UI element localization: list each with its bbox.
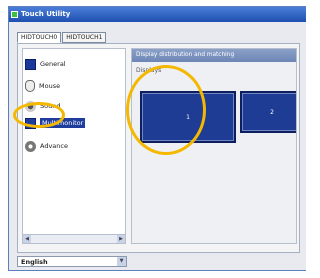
window-title: Touch Utility: [21, 10, 71, 18]
mouse-icon: [25, 80, 35, 92]
sidebar-item-mouse[interactable]: Mouse: [25, 79, 60, 93]
tab-hidtouch1[interactable]: HIDTOUCH1: [62, 32, 107, 43]
highlight-ring-multimonitor: [13, 102, 65, 128]
language-value: English: [21, 257, 48, 266]
sidebar-item-label: Mouse: [39, 82, 61, 90]
content-header: Display distribution and matching: [132, 49, 296, 62]
highlight-ring-display: [126, 65, 206, 155]
chevron-down-icon[interactable]: ▼: [117, 257, 126, 266]
sidebar-horizontal-scrollbar[interactable]: ◀ ▶: [23, 234, 125, 243]
sidebar-item-label: Advance: [40, 142, 68, 150]
scroll-left-icon[interactable]: ◀: [23, 235, 31, 243]
sidebar: General Mouse Sound Multimonitor Advance…: [22, 48, 126, 244]
scroll-right-icon[interactable]: ▶: [117, 235, 125, 243]
device-tabs: HIDTOUCH0 HIDTOUCH1: [17, 32, 107, 43]
display-2[interactable]: 2: [240, 91, 296, 133]
title-bar: Touch Utility: [9, 7, 306, 22]
tab-hidtouch0[interactable]: HIDTOUCH0: [17, 32, 62, 43]
sidebar-item-label: General: [40, 60, 66, 68]
sidebar-item-advance[interactable]: Advance: [25, 139, 68, 153]
language-select[interactable]: English ▼: [17, 256, 127, 267]
sidebar-item-general[interactable]: General: [25, 57, 66, 71]
advance-icon: [25, 140, 36, 152]
general-icon: [25, 58, 36, 70]
app-icon: [11, 11, 18, 18]
